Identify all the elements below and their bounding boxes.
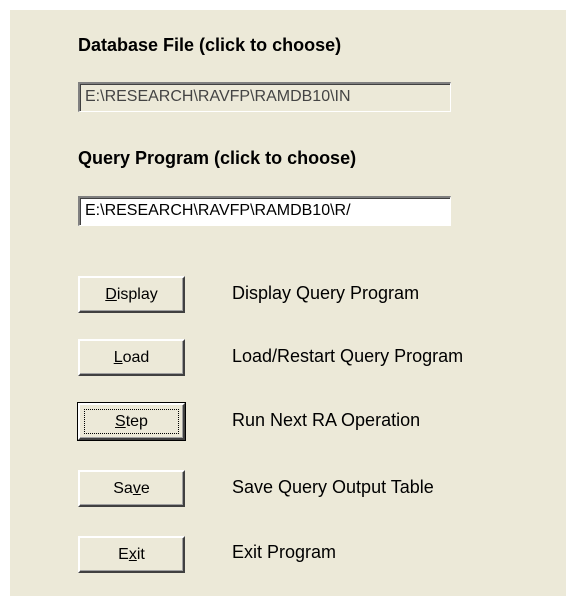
load-description: Load/Restart Query Program xyxy=(232,346,464,366)
query-program-path-field[interactable]: E:\RESEARCH\RAVFP\RAMDB10\R/ xyxy=(78,196,451,226)
save-button[interactable]: Save xyxy=(78,470,185,507)
step-button[interactable]: Step xyxy=(77,402,186,441)
step-description: Run Next RA Operation xyxy=(232,410,421,430)
load-button-label-post: oad xyxy=(122,349,150,366)
save-button-label-post: e xyxy=(140,480,150,497)
step-button-access-key: S xyxy=(115,413,126,430)
display-description: Display Query Program xyxy=(232,283,420,303)
database-file-label[interactable]: Database File (click to choose) xyxy=(78,35,341,56)
save-description: Save Query Output Table xyxy=(232,477,434,497)
exit-button[interactable]: Exit xyxy=(78,536,185,573)
display-button[interactable]: Display xyxy=(78,276,185,313)
load-button-access-key: L xyxy=(113,349,123,366)
exit-button-label-pre: E xyxy=(118,546,129,563)
display-button-access-key: D xyxy=(105,286,117,303)
exit-button-label-post: it xyxy=(136,546,145,563)
display-button-label-post: isplay xyxy=(116,286,158,303)
step-button-label-post: tep xyxy=(125,413,148,430)
save-button-access-key: v xyxy=(132,480,141,497)
exit-button-access-key: x xyxy=(128,546,137,563)
load-button[interactable]: Load xyxy=(78,339,185,376)
save-button-label-pre: Sa xyxy=(113,480,133,497)
exit-description: Exit Program xyxy=(232,542,337,562)
query-program-label[interactable]: Query Program (click to choose) xyxy=(78,148,356,169)
database-file-path-field[interactable]: E:\RESEARCH\RAVFP\RAMDB10\IN xyxy=(78,82,451,112)
query-tool-panel: Database File (click to choose) E:\RESEA… xyxy=(10,10,566,596)
